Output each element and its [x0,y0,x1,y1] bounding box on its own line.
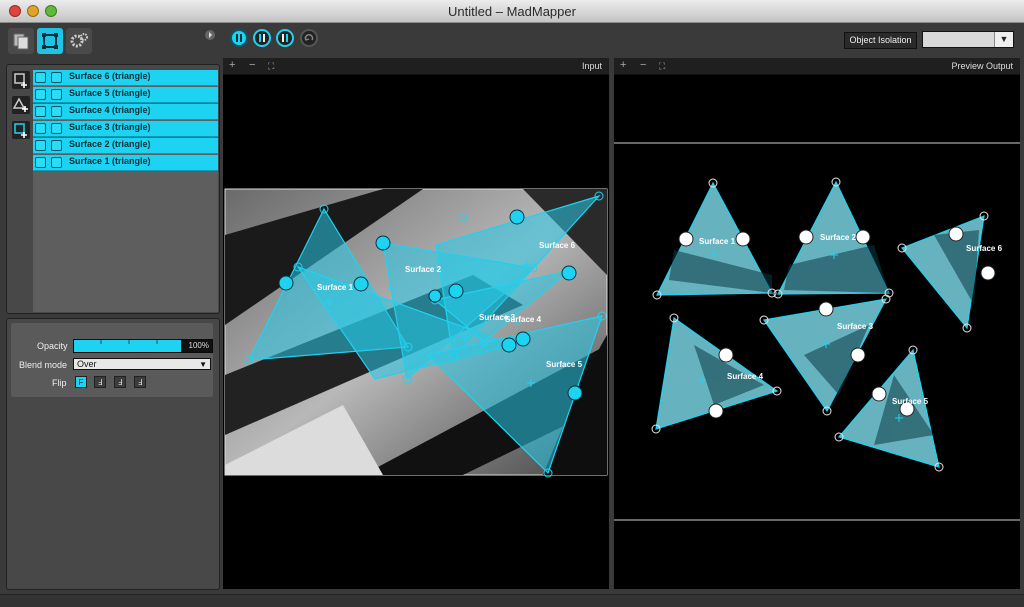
input-label-surface-6: Surface 6 [539,241,576,250]
fit-view-button[interactable]: ⛶ [659,61,665,72]
flip-vertical-button[interactable]: Ⅎ [114,376,126,388]
output-canvas[interactable]: Surface 1 Surface 2 Surface 6 Surface 3 … [614,75,1020,589]
lock-checkbox[interactable] [51,157,62,168]
surface-row-6[interactable]: Surface 6 (triangle) [33,70,218,86]
object-isolation-select[interactable]: ▼ [922,31,1014,48]
input-label-surface-1: Surface 1 [317,283,354,292]
visibility-checkbox[interactable] [35,72,46,83]
status-bar [0,594,1024,607]
lock-checkbox[interactable] [51,72,62,83]
surfaces-panel: Surface 6 (triangle) Surface 5 (triangle… [6,64,220,314]
lock-checkbox[interactable] [51,106,62,117]
input-label-surface-2: Surface 2 [405,265,442,274]
output-label-surface-6: Surface 6 [966,244,1003,253]
loop-button[interactable] [300,29,318,47]
surface-row-2[interactable]: Surface 2 (triangle) [33,138,218,154]
add-triangle-icon [12,97,28,112]
collapse-panel-icon[interactable] [204,29,216,41]
input-view[interactable]: + − ⛶ Input Surface 1 Surface 2 Surface … [223,58,609,589]
add-mesh-button[interactable] [12,121,30,139]
flip-label: Flip [52,378,67,388]
surface-label: Surface 3 (triangle) [69,122,151,132]
visibility-checkbox[interactable] [35,157,46,168]
title-bar: Untitled – MadMapper [0,0,1024,23]
window-title: Untitled – MadMapper [448,4,576,19]
output-label-surface-1: Surface 1 [699,237,736,246]
input-label-surface-4: Surface 4 [505,315,542,324]
input-label-surface-5: Surface 5 [546,360,583,369]
output-surfaces [655,180,985,468]
opacity-value: 100% [188,341,209,350]
visibility-checkbox[interactable] [35,89,46,100]
lock-checkbox[interactable] [51,140,62,151]
output-label-surface-5: Surface 5 [892,397,929,406]
forward-icon [282,34,288,42]
step-forward-button[interactable] [276,29,294,47]
output-view-title: Preview Output [951,61,1013,71]
surface-list: Surface 6 (triangle) Surface 5 (triangle… [33,70,218,312]
play-button[interactable] [230,29,248,47]
zoom-out-button[interactable]: − [249,59,255,71]
settings-icon [70,33,88,48]
flip-horizontal-button[interactable]: Ⅎ [94,376,106,388]
surface-label: Surface 6 (triangle) [69,71,151,81]
step-back-button[interactable] [253,29,271,47]
surface-label: Surface 4 (triangle) [69,105,151,115]
opacity-label: Opacity [37,341,68,351]
visibility-checkbox[interactable] [35,123,46,134]
input-view-title: Input [581,61,602,71]
settings-tab[interactable] [66,28,92,54]
rewind-icon [259,34,265,42]
add-quad-icon [14,73,27,88]
add-quad-button[interactable] [12,71,30,89]
lock-checkbox[interactable] [51,123,62,134]
surface-label: Surface 5 (triangle) [69,88,151,98]
input-view-toolbar: + − ⛶ Input [223,58,609,75]
zoom-in-button[interactable]: + [620,59,626,71]
surface-properties: Opacity 100% Blend mode Over ▼ Flip F Ⅎ … [11,323,213,397]
pause-icon [236,34,242,42]
surfaces-tab[interactable] [37,28,63,54]
add-triangle-button[interactable] [12,96,30,114]
surface-row-4[interactable]: Surface 4 (triangle) [33,104,218,120]
flip-both-button[interactable]: Ⅎ [134,376,146,388]
visibility-checkbox[interactable] [35,106,46,117]
output-view[interactable]: + − ⛶ Preview Output Surface 1 Surface 2… [614,58,1020,589]
blend-mode-value: Over [77,359,97,369]
opacity-slider[interactable]: 100% [73,339,213,353]
surface-label: Surface 1 (triangle) [69,156,151,166]
surfaces-icon [42,33,58,49]
chevron-down-icon: ▼ [994,32,1013,47]
surface-row-3[interactable]: Surface 3 (triangle) [33,121,218,137]
visibility-checkbox[interactable] [35,140,46,151]
loop-icon [304,33,314,41]
lock-checkbox[interactable] [51,89,62,100]
chevron-down-icon: ▼ [199,360,207,369]
output-label-surface-2: Surface 2 [820,233,857,242]
flip-none-button[interactable]: F [75,376,87,388]
media-tab[interactable] [8,28,34,54]
object-isolation-button[interactable]: Object Isolation [844,32,917,49]
output-label-surface-3: Surface 3 [837,322,874,331]
input-canvas[interactable]: Surface 1 Surface 2 Surface 3 Surface 6 … [223,75,609,589]
surface-row-5[interactable]: Surface 5 (triangle) [33,87,218,103]
properties-panel: Opacity 100% Blend mode Over ▼ Flip F Ⅎ … [6,318,220,590]
output-view-toolbar: + − ⛶ Preview Output [614,58,1020,75]
fit-view-button[interactable]: ⛶ [268,61,274,72]
zoom-out-button[interactable]: − [640,59,646,71]
add-mesh-icon [14,123,27,138]
surface-label: Surface 2 (triangle) [69,139,151,149]
output-label-surface-4: Surface 4 [727,372,764,381]
surface-row-1[interactable]: Surface 1 (triangle) [33,155,218,171]
blend-mode-label: Blend mode [19,360,68,370]
media-icon [13,33,29,50]
zoom-in-button[interactable]: + [229,59,235,71]
blend-mode-select[interactable]: Over ▼ [73,358,211,370]
